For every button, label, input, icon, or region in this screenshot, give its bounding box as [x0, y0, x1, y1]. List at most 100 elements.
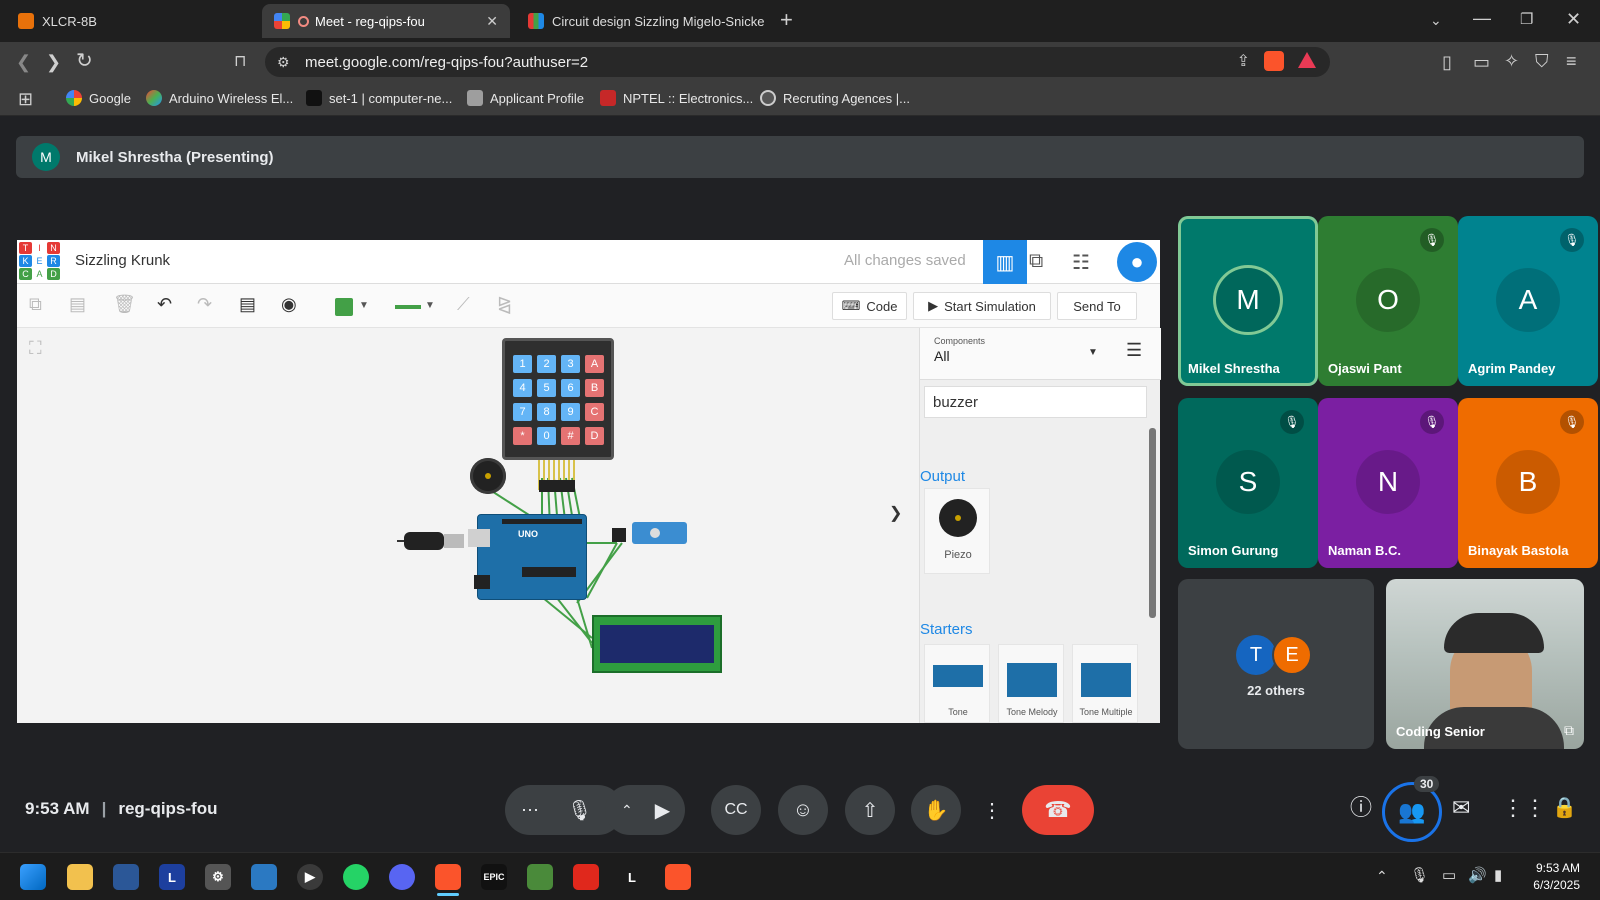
new-tab-icon[interactable]: +: [780, 9, 793, 31]
participant-tile[interactable]: N Naman B.C. 🎙: [1318, 398, 1458, 568]
battery-icon[interactable]: ▮: [1494, 866, 1502, 886]
self-video-tile[interactable]: Coding Senior ⧉: [1386, 579, 1584, 749]
vpn-icon[interactable]: ⛉: [1535, 51, 1549, 71]
tray-chevron-icon[interactable]: ⌃: [1376, 866, 1388, 886]
close-window-icon[interactable]: ✕: [1566, 9, 1581, 29]
leo-ai-icon[interactable]: ✧: [1504, 51, 1519, 71]
piezo-buzzer[interactable]: [470, 458, 506, 494]
settings-icon[interactable]: ⚙: [205, 864, 231, 890]
chevron-down-icon[interactable]: ▼: [359, 296, 369, 316]
start-simulation-button[interactable]: ▶ Start Simulation: [913, 292, 1051, 320]
sidebar-icon[interactable]: ▯: [1442, 52, 1452, 72]
others-tile[interactable]: T E 22 others: [1178, 579, 1374, 749]
media-player-icon[interactable]: ▶: [297, 864, 323, 890]
piezo-component[interactable]: Piezo: [924, 488, 990, 574]
start-icon[interactable]: [20, 864, 46, 890]
starter-tone-multiple[interactable]: Tone Multiple: [1072, 644, 1138, 723]
redo-icon[interactable]: ↷: [197, 294, 212, 314]
forward-icon[interactable]: ❯: [46, 52, 61, 72]
share-icon[interactable]: ⇪: [1237, 52, 1250, 72]
volume-icon[interactable]: 🔊: [1468, 866, 1487, 886]
participant-tile[interactable]: A Agrim Pandey 🎙: [1458, 216, 1598, 386]
menu-icon[interactable]: ≡: [1566, 51, 1577, 71]
activities-icon[interactable]: ⋮⋮: [1502, 797, 1546, 819]
more-audio-icon[interactable]: ⋯: [521, 800, 539, 821]
circuit-view-button[interactable]: ▥: [983, 240, 1027, 284]
tab-meet[interactable]: Meet - reg-qips-fou ✕: [262, 4, 510, 38]
wallet-icon[interactable]: ▭: [1473, 52, 1490, 72]
keypad-key[interactable]: 9: [561, 403, 580, 421]
brave-shield-icon[interactable]: [1264, 51, 1284, 71]
keypad-key[interactable]: 8: [537, 403, 556, 421]
l-shape-app-icon[interactable]: L: [619, 864, 645, 890]
sensor-module[interactable]: [632, 522, 687, 544]
bookmark-icon[interactable]: ⊓: [234, 52, 246, 72]
raise-hand-button[interactable]: ✋: [911, 785, 961, 835]
minecraft-icon[interactable]: [527, 864, 553, 890]
bookmark-google[interactable]: Google: [66, 90, 131, 106]
keypad-key[interactable]: 1: [513, 355, 532, 373]
more-options-button[interactable]: ⋮: [972, 785, 1012, 835]
keypad[interactable]: 1 2 3 A 4 5 6 B 7 8 9 C * 0 # D: [502, 338, 614, 460]
components-filter[interactable]: Components All ▼ ☰: [920, 328, 1161, 380]
restore-icon[interactable]: ❐: [1520, 10, 1533, 30]
brave-icon[interactable]: [435, 864, 461, 890]
component-list-button[interactable]: ☷: [1072, 250, 1090, 275]
chat-icon[interactable]: ✉: [1452, 797, 1470, 819]
keypad-key[interactable]: 2: [537, 355, 556, 373]
user-avatar[interactable]: ●: [1117, 242, 1157, 282]
delete-icon[interactable]: 🗑: [113, 294, 136, 314]
notes-visibility-icon[interactable]: ◉: [281, 294, 297, 314]
leave-call-button[interactable]: ☎: [1022, 785, 1094, 835]
keypad-key[interactable]: *: [513, 427, 532, 445]
present-button[interactable]: ⇧: [845, 785, 895, 835]
url-field[interactable]: ⚙ meet.google.com/reg-qips-fou?authuser=…: [265, 47, 1330, 77]
clock[interactable]: 9:53 AM 6/3/2025: [1528, 860, 1580, 894]
l-app-icon[interactable]: L: [159, 864, 185, 890]
bookmark-nptel[interactable]: NPTEL :: Electronics...: [600, 90, 753, 106]
wire-type-swatch[interactable]: [395, 305, 421, 309]
discord-icon[interactable]: [389, 864, 415, 890]
captions-button[interactable]: CC: [711, 785, 761, 835]
bookmark-applicant[interactable]: Applicant Profile: [467, 90, 584, 106]
starter-tone[interactable]: Tone: [924, 644, 990, 723]
participant-tile[interactable]: M Mikel Shrestha: [1178, 216, 1318, 386]
back-icon[interactable]: ❮: [16, 52, 31, 72]
keypad-key[interactable]: 3: [561, 355, 580, 373]
keypad-key[interactable]: 7: [513, 403, 532, 421]
apps-grid-icon[interactable]: ⊞: [18, 89, 33, 109]
keypad-key[interactable]: C: [585, 403, 604, 421]
bookmark-arduino[interactable]: Arduino Wireless El...: [146, 90, 293, 106]
close-tab-icon[interactable]: ✕: [486, 13, 498, 30]
collapse-panel-icon[interactable]: ❯: [889, 504, 902, 524]
list-view-icon[interactable]: ☰: [1126, 340, 1142, 361]
workplane[interactable]: ⛶ 1 2 3 A 4 5 6 B 7 8 9 C * 0 # D UNO ❯: [17, 328, 913, 723]
project-title[interactable]: Sizzling Krunk: [75, 252, 170, 269]
chevron-up-icon[interactable]: ⌃: [621, 802, 633, 819]
participant-tile[interactable]: O Ojaswi Pant 🎙: [1318, 216, 1458, 386]
file-explorer-icon[interactable]: [67, 864, 93, 890]
keypad-key[interactable]: 4: [513, 379, 532, 397]
camera-icon[interactable]: ▶: [655, 798, 670, 823]
participant-tile[interactable]: S Simon Gurung 🎙: [1178, 398, 1318, 568]
notes-icon[interactable]: ▤: [239, 294, 256, 314]
component-search-input[interactable]: [924, 386, 1147, 418]
host-controls-icon[interactable]: 🔒: [1552, 798, 1577, 818]
keypad-key[interactable]: 6: [561, 379, 580, 397]
panel-scrollbar[interactable]: [1149, 428, 1156, 618]
mic-icon[interactable]: 🎙: [567, 798, 592, 823]
brave-rewards-icon[interactable]: [1298, 52, 1316, 68]
info-icon[interactable]: ⓘ: [1350, 797, 1372, 819]
site-settings-icon[interactable]: ⚙: [277, 52, 290, 72]
whatsapp-icon[interactable]: [343, 864, 369, 890]
reload-icon[interactable]: ↻: [76, 51, 93, 71]
network-icon[interactable]: ▭: [1442, 866, 1456, 886]
participant-tile[interactable]: B Binayak Bastola 🎙: [1458, 398, 1598, 568]
keypad-key[interactable]: 0: [537, 427, 556, 445]
keypad-key[interactable]: D: [585, 427, 604, 445]
paste-icon[interactable]: ▤: [69, 294, 86, 314]
lcd-display[interactable]: [592, 615, 722, 673]
wps-icon[interactable]: [573, 864, 599, 890]
tab-search-chevron-icon[interactable]: ⌄: [1430, 10, 1442, 30]
pip-icon[interactable]: ⧉: [1564, 722, 1574, 739]
